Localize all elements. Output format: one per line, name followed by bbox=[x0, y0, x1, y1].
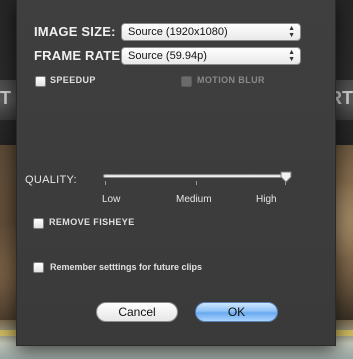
quality-slider-track[interactable] bbox=[103, 174, 287, 178]
remember-settings-label: Remember setttings for future clips bbox=[50, 262, 203, 272]
quality-tick-label-low: Low bbox=[102, 194, 121, 205]
frame-rate-label: FRAME RATE: bbox=[34, 48, 125, 63]
motion-blur-label: MOTION BLUR bbox=[197, 75, 265, 85]
quality-slider-thumb[interactable] bbox=[280, 171, 292, 183]
frame-rate-select[interactable]: Source (59.94p) ▲ ▼ bbox=[121, 47, 301, 65]
image-size-value: Source (1920x1080) bbox=[128, 26, 228, 38]
cancel-button[interactable]: Cancel bbox=[96, 302, 178, 322]
quality-tick-label-high: High bbox=[256, 194, 277, 205]
remember-settings-checkbox[interactable] bbox=[33, 262, 44, 273]
image-size-label: IMAGE SIZE: bbox=[34, 24, 116, 39]
ok-button[interactable]: OK bbox=[195, 302, 278, 322]
motion-blur-checkbox[interactable] bbox=[181, 76, 192, 87]
export-settings-dialog: IMAGE SIZE: Source (1920x1080) ▲ ▼ FRAME … bbox=[16, 0, 336, 346]
frame-rate-value: Source (59.94p) bbox=[128, 50, 207, 62]
remove-fisheye-checkbox[interactable] bbox=[33, 218, 44, 229]
image-size-select[interactable]: Source (1920x1080) ▲ ▼ bbox=[121, 23, 301, 41]
quality-label: QUALITY: bbox=[25, 174, 77, 186]
background-sign-text-left: T bbox=[0, 88, 11, 108]
speedup-checkbox[interactable] bbox=[35, 76, 46, 87]
remove-fisheye-label: REMOVE FISHEYE bbox=[49, 217, 135, 227]
select-arrows-icon: ▲ ▼ bbox=[288, 25, 295, 39]
speedup-label: SPEEDUP bbox=[50, 75, 96, 85]
select-arrows-icon: ▲ ▼ bbox=[288, 49, 295, 63]
quality-tick-medium bbox=[196, 181, 197, 185]
quality-tick-low bbox=[105, 181, 106, 185]
quality-tick-label-medium: Medium bbox=[176, 194, 212, 205]
